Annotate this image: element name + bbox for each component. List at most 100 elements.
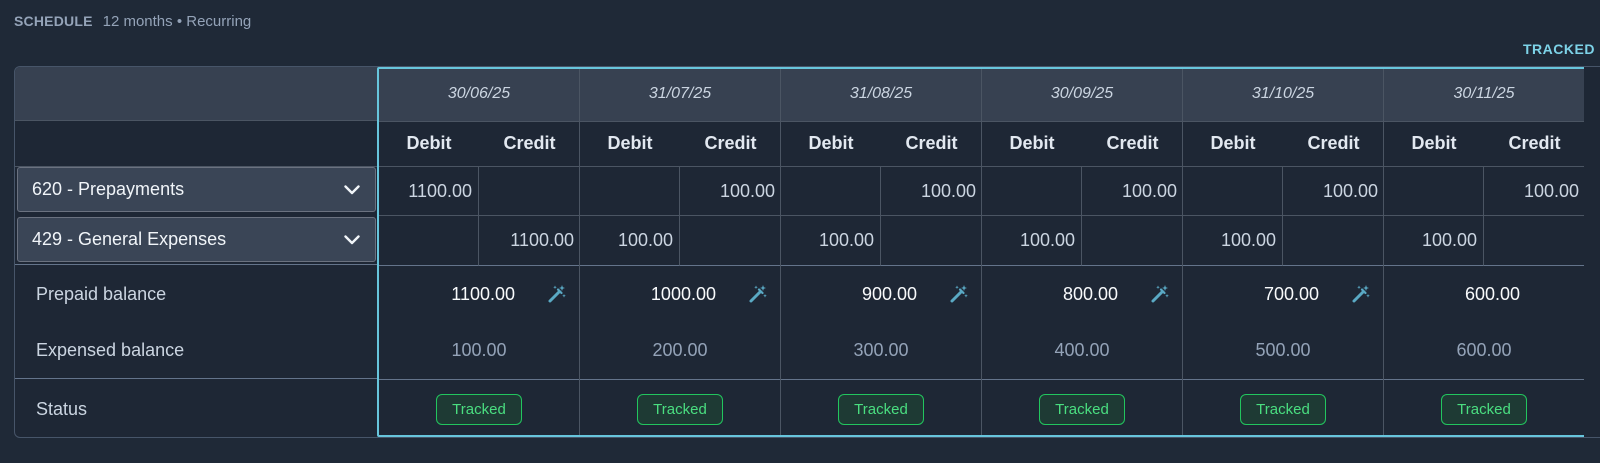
prepayments-credit-cell[interactable]	[479, 167, 580, 216]
credit-header: Credit	[1283, 121, 1384, 167]
period-date: 30/11/25	[1384, 67, 1584, 122]
prepayments-debit-cell[interactable]	[1183, 167, 1283, 216]
magic-wand-icon[interactable]	[949, 284, 969, 304]
status-badge: Tracked	[838, 393, 924, 425]
prepaid-balance-cell: 1100.00	[379, 266, 579, 322]
period-date: 30/09/25	[982, 67, 1182, 122]
expensed-balance-value: 100.00	[379, 322, 579, 380]
credit-header: Credit	[1484, 121, 1584, 167]
prepaid-balance-value: 800.00	[1062, 283, 1118, 304]
account-select-general-expenses[interactable]: 429 - General Expenses	[17, 217, 376, 262]
prepayments-debit-cell[interactable]	[781, 167, 881, 216]
period-date: 31/07/25	[580, 67, 780, 122]
expenses-credit-cell[interactable]	[881, 216, 982, 266]
prepayments-debit-cell[interactable]	[580, 167, 680, 216]
expenses-credit-cell[interactable]	[1283, 216, 1384, 266]
status-badge: Tracked	[1039, 393, 1125, 425]
expenses-credit-cell[interactable]	[680, 216, 781, 266]
prepayments-credit-cell[interactable]: 100.00	[881, 167, 982, 216]
prepayments-credit-cell[interactable]: 100.00	[680, 167, 781, 216]
prepaid-balance-value: 1000.00	[650, 283, 716, 304]
period-date: 30/06/25	[379, 67, 579, 122]
account-label: 620 - Prepayments	[32, 179, 185, 199]
debit-header: Debit	[1183, 121, 1283, 167]
expenses-debit-cell[interactable]: 100.00	[1384, 216, 1484, 266]
status-badge: Tracked	[436, 393, 522, 425]
prepayments-credit-cell[interactable]: 100.00	[1082, 167, 1183, 216]
expenses-debit-cell[interactable]: 100.00	[1183, 216, 1283, 266]
expenses-credit-cell[interactable]	[1484, 216, 1584, 266]
debit-header: Debit	[1384, 121, 1484, 167]
debit-header: Debit	[379, 121, 479, 167]
left-subheader-blank	[15, 121, 378, 167]
prepayments-credit-cell[interactable]: 100.00	[1283, 167, 1384, 216]
period-date: 31/10/25	[1183, 67, 1383, 122]
schedule-table: 620 - Prepayments 429 - General Expenses…	[14, 66, 1600, 438]
prepayments-credit-cell[interactable]: 100.00	[1484, 167, 1584, 216]
prepaid-balance-value: 900.00	[861, 283, 917, 304]
expensed-balance-label: Expensed balance	[36, 340, 185, 360]
prepaid-balance-cell: 600.00	[1384, 266, 1584, 322]
debit-header: Debit	[580, 121, 680, 167]
period-column: 30/09/25 Debit Credit 100.00 100.00 800.…	[981, 67, 1183, 437]
chevron-down-icon	[343, 231, 361, 249]
period-column: 31/08/25 Debit Credit 100.00 100.00 900.…	[780, 67, 982, 437]
expensed-balance-value: 300.00	[781, 322, 981, 380]
status-badge: Tracked	[1441, 393, 1527, 425]
schedule-title: SCHEDULE	[14, 13, 93, 29]
account-label: 429 - General Expenses	[32, 229, 227, 249]
prepayments-debit-cell[interactable]	[1384, 167, 1484, 216]
prepaid-balance-cell: 800.00	[982, 266, 1182, 322]
expenses-debit-cell[interactable]: 100.00	[982, 216, 1082, 266]
prepaid-balance-cell: 700.00	[1183, 266, 1383, 322]
tracked-link[interactable]: TRACKED	[1523, 41, 1595, 57]
magic-wand-icon[interactable]	[748, 284, 768, 304]
credit-header: Credit	[479, 121, 580, 167]
expenses-debit-cell[interactable]: 100.00	[580, 216, 680, 266]
prepaid-balance-value: 600.00	[1464, 283, 1520, 304]
chevron-down-icon	[343, 181, 361, 199]
period-column: 30/06/25 Debit Credit 1100.00 1100.00 11…	[378, 67, 580, 437]
left-header-blank	[15, 67, 378, 121]
status-label: Status	[36, 399, 88, 419]
schedule-header: SCHEDULE 12 months • Recurring	[14, 13, 251, 30]
status-cell: Tracked	[379, 379, 579, 437]
status-cell: Tracked	[982, 379, 1182, 437]
status-badge: Tracked	[637, 393, 723, 425]
expensed-balance-value: 500.00	[1183, 322, 1383, 380]
expenses-credit-cell[interactable]: 1100.00	[479, 216, 580, 266]
period-column: 30/11/25 Debit Credit 100.00 100.00 600.…	[1383, 67, 1584, 437]
expensed-balance-value: 600.00	[1384, 322, 1584, 380]
period-grid: 30/06/25 Debit Credit 1100.00 1100.00 11…	[378, 67, 1584, 437]
status-cell: Tracked	[580, 379, 780, 437]
debit-header: Debit	[781, 121, 881, 167]
status-badge: Tracked	[1240, 393, 1326, 425]
magic-wand-icon[interactable]	[547, 284, 567, 304]
credit-header: Credit	[1082, 121, 1183, 167]
row-divider	[15, 378, 378, 380]
prepaid-balance-cell: 900.00	[781, 266, 981, 322]
prepaid-balance-cell: 1000.00	[580, 266, 780, 322]
credit-header: Credit	[680, 121, 781, 167]
expenses-debit-cell[interactable]: 100.00	[781, 216, 881, 266]
prepayments-debit-cell[interactable]	[982, 167, 1082, 216]
debit-header: Debit	[982, 121, 1082, 167]
status-cell: Tracked	[781, 379, 981, 437]
magic-wand-icon[interactable]	[1150, 284, 1170, 304]
left-label-column: 620 - Prepayments 429 - General Expenses…	[15, 67, 378, 437]
magic-wand-icon[interactable]	[1351, 284, 1371, 304]
period-column: 31/10/25 Debit Credit 100.00 100.00 700.…	[1182, 67, 1384, 437]
period-date: 31/08/25	[781, 67, 981, 122]
schedule-subtitle: 12 months • Recurring	[102, 13, 252, 30]
row-divider	[15, 264, 378, 266]
expenses-debit-cell[interactable]	[379, 216, 479, 266]
period-column: 31/07/25 Debit Credit 100.00 100.00 1000…	[579, 67, 781, 437]
expensed-balance-value: 200.00	[580, 322, 780, 380]
prepayments-debit-cell[interactable]: 1100.00	[379, 167, 479, 216]
status-cell: Tracked	[1384, 379, 1584, 437]
prepaid-balance-label: Prepaid balance	[36, 284, 167, 304]
prepaid-balance-value: 700.00	[1263, 283, 1319, 304]
prepaid-balance-value: 1100.00	[451, 283, 515, 304]
expenses-credit-cell[interactable]	[1082, 216, 1183, 266]
account-select-prepayments[interactable]: 620 - Prepayments	[17, 167, 376, 212]
